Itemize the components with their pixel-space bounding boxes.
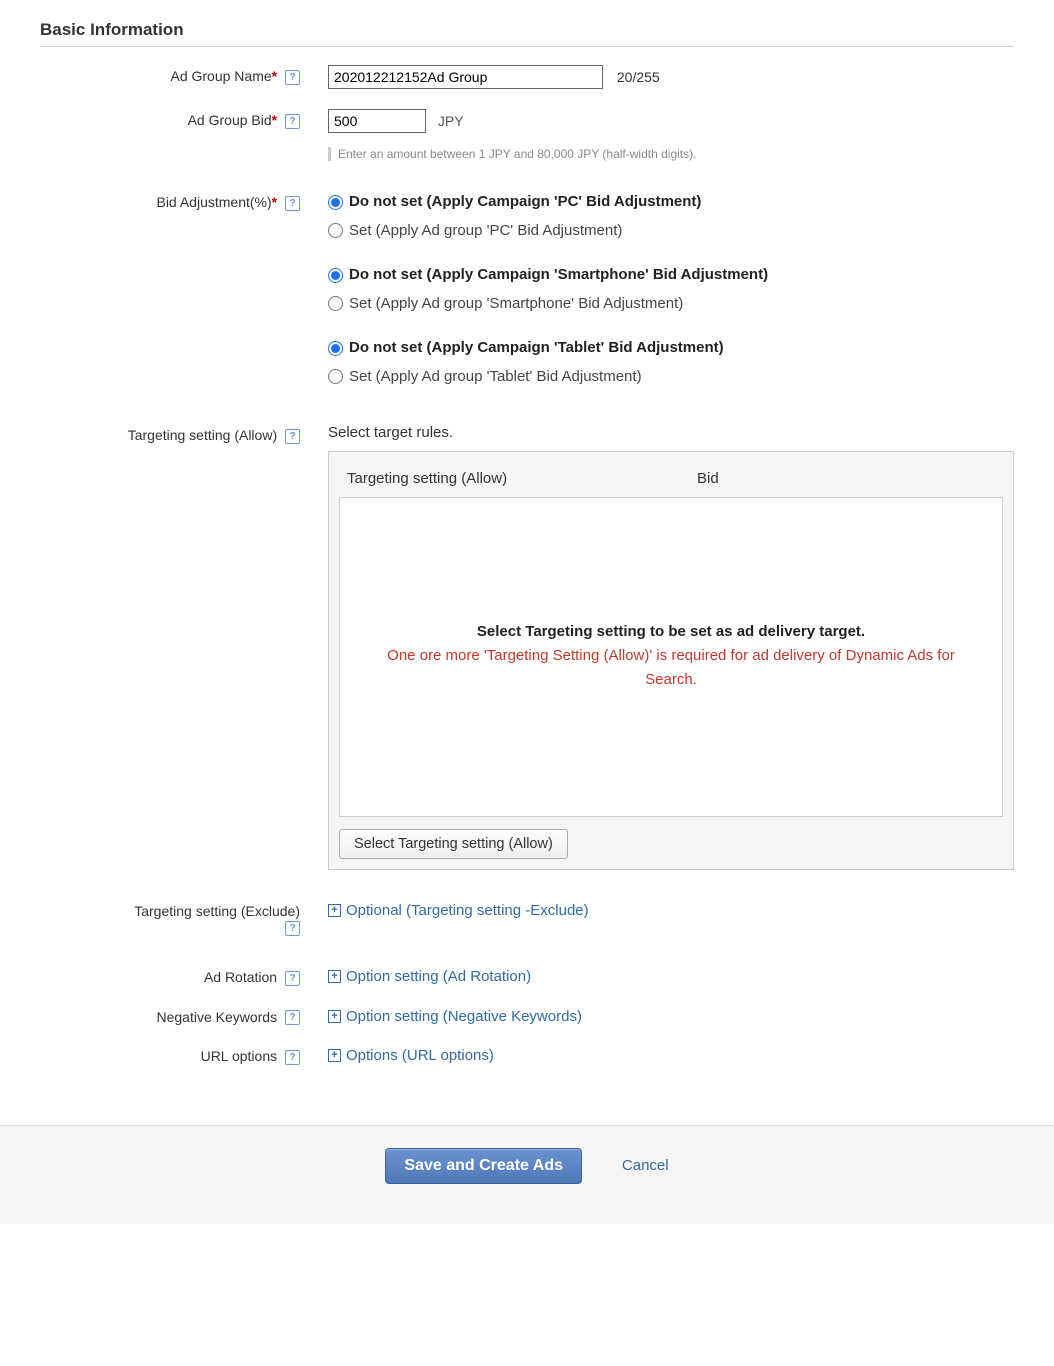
radio-sp-set[interactable] [328,296,343,311]
help-icon[interactable]: ? [285,70,300,85]
help-icon[interactable]: ? [285,1050,300,1065]
targeting-intro: Select target rules. [328,424,1014,441]
row-url-options: URL options ? + Options (URL options) [40,1045,1014,1065]
radio-tb-donotset-label[interactable]: Do not set (Apply Campaign 'Tablet' Bid … [349,337,724,360]
targeting-col-bid: Bid [697,470,1003,487]
row-targeting-exclude: Targeting setting (Exclude) ? + Optional … [40,900,1014,936]
save-and-create-ads-button[interactable]: Save and Create Ads [385,1148,582,1184]
required-marker: * [272,68,277,84]
bid-adj-group-tablet: Do not set (Apply Campaign 'Tablet' Bid … [328,337,1014,388]
row-ad-group-name: Ad Group Name* ? 20/255 [40,65,1014,89]
label-ad-group-bid: Ad Group Bid [188,112,272,128]
help-icon[interactable]: ? [285,196,300,211]
targeting-msg-red: One ore more 'Targeting Setting (Allow)'… [360,644,982,692]
plus-icon: + [328,904,341,917]
radio-pc-set[interactable] [328,223,343,238]
plus-icon: + [328,970,341,983]
section-title: Basic Information [40,20,1014,47]
name-char-counter: 20/255 [617,69,660,85]
cancel-link[interactable]: Cancel [622,1157,669,1174]
row-negative-keywords: Negative Keywords ? + Option setting (Neg… [40,1006,1014,1026]
radio-sp-donotset-label[interactable]: Do not set (Apply Campaign 'Smartphone' … [349,264,768,287]
bid-adj-group-smartphone: Do not set (Apply Campaign 'Smartphone' … [328,264,1014,315]
radio-pc-donotset-label[interactable]: Do not set (Apply Campaign 'PC' Bid Adju… [349,191,701,214]
targeting-msg-bold: Select Targeting setting to be set as ad… [360,623,982,640]
label-url-options: URL options [201,1048,278,1064]
radio-pc-set-label[interactable]: Set (Apply Ad group 'PC' Bid Adjustment) [349,220,622,243]
required-marker: * [272,112,277,128]
row-targeting-allow: Targeting setting (Allow) ? Select targe… [40,424,1014,870]
expand-exclude-label: Optional (Targeting setting -Exclude) [346,902,589,919]
label-bid-adjustment: Bid Adjustment(%) [156,194,271,210]
label-negative-keywords: Negative Keywords [156,1009,277,1025]
targeting-box: Targeting setting (Allow) Bid Select Tar… [328,451,1014,870]
bid-helptext: Enter an amount between 1 JPY and 80,000… [328,147,1014,161]
radio-tb-set-label[interactable]: Set (Apply Ad group 'Tablet' Bid Adjustm… [349,366,642,389]
help-icon[interactable]: ? [285,1010,300,1025]
help-icon[interactable]: ? [285,971,300,986]
footer-bar: Save and Create Ads Cancel [0,1125,1054,1224]
targeting-region: Select Targeting setting to be set as ad… [339,497,1003,817]
row-bid-adjustment: Bid Adjustment(%)* ? Do not set (Apply C… [40,191,1014,394]
required-marker: * [272,194,277,210]
radio-sp-set-label[interactable]: Set (Apply Ad group 'Smartphone' Bid Adj… [349,293,683,316]
row-ad-group-bid: Ad Group Bid* ? JPY Enter an amount betw… [40,109,1014,161]
targeting-col-allow: Targeting setting (Allow) [347,470,697,487]
expand-negative-keywords[interactable]: + Option setting (Negative Keywords) [328,1008,582,1025]
radio-tb-donotset[interactable] [328,341,343,356]
ad-group-bid-input[interactable] [328,109,426,133]
bid-adj-group-pc: Do not set (Apply Campaign 'PC' Bid Adju… [328,191,1014,242]
row-ad-rotation: Ad Rotation ? + Option setting (Ad Rotati… [40,966,1014,986]
label-targeting-allow: Targeting setting (Allow) [128,427,277,443]
radio-sp-donotset[interactable] [328,268,343,283]
expand-negative-label: Option setting (Negative Keywords) [346,1008,582,1025]
bid-currency: JPY [438,113,464,129]
help-icon[interactable]: ? [285,921,300,936]
radio-tb-set[interactable] [328,369,343,384]
help-icon[interactable]: ? [285,429,300,444]
help-icon[interactable]: ? [285,114,300,129]
radio-pc-donotset[interactable] [328,195,343,210]
ad-group-name-input[interactable] [328,65,603,89]
expand-targeting-exclude[interactable]: + Optional (Targeting setting -Exclude) [328,902,589,919]
expand-rotation-label: Option setting (Ad Rotation) [346,968,531,985]
select-targeting-button[interactable]: Select Targeting setting (Allow) [339,829,568,859]
expand-url-label: Options (URL options) [346,1047,494,1064]
plus-icon: + [328,1049,341,1062]
label-targeting-exclude: Targeting setting (Exclude) [134,903,300,919]
expand-url-options[interactable]: + Options (URL options) [328,1047,494,1064]
label-ad-group-name: Ad Group Name [170,68,271,84]
expand-ad-rotation[interactable]: + Option setting (Ad Rotation) [328,968,531,985]
label-ad-rotation: Ad Rotation [204,969,277,985]
plus-icon: + [328,1010,341,1023]
